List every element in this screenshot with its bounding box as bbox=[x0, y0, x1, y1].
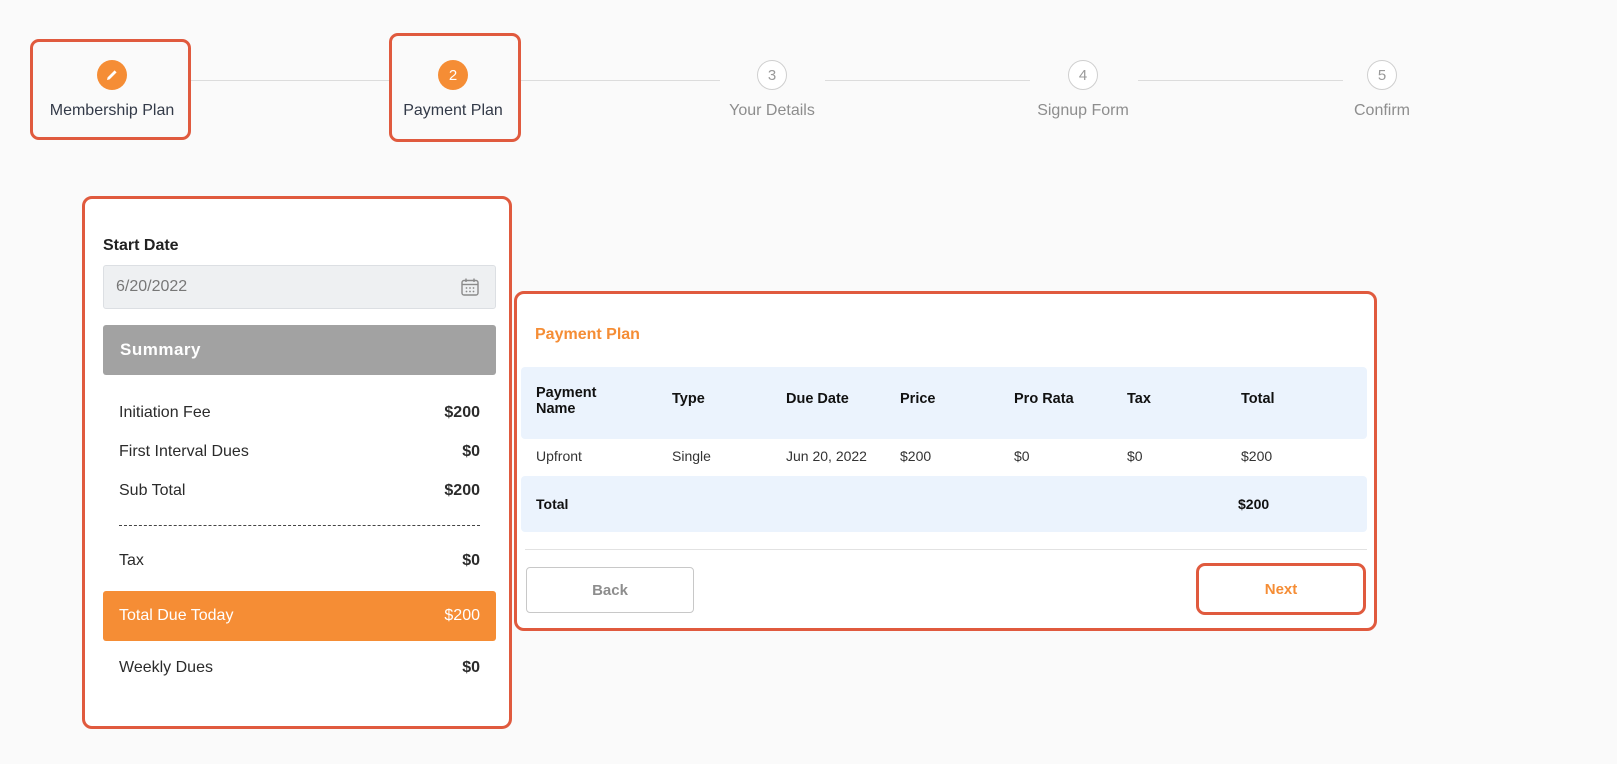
table-row: Upfront Single Jun 20, 2022 $200 $0 $0 $… bbox=[521, 442, 1367, 474]
table-cell: Jun 20, 2022 bbox=[786, 448, 867, 464]
summary-row-label: Tax bbox=[119, 552, 144, 569]
step-signup-form[interactable]: 4 Signup Form bbox=[983, 60, 1183, 120]
table-total-row: Total $200 bbox=[521, 476, 1367, 532]
table-cell: $200 bbox=[900, 448, 932, 464]
next-button[interactable]: Next bbox=[1196, 563, 1366, 615]
table-cell: $0 bbox=[1014, 448, 1030, 464]
summary-row-value: $200 bbox=[444, 404, 480, 421]
column-header: Due Date bbox=[786, 391, 849, 407]
summary-row-label: Initiation Fee bbox=[119, 404, 211, 421]
calendar-icon[interactable] bbox=[460, 277, 480, 297]
start-date-input[interactable] bbox=[103, 265, 496, 309]
column-header: Payment Name bbox=[536, 385, 597, 417]
total-due-label: Total Due Today bbox=[119, 607, 234, 624]
table-cell: Upfront bbox=[536, 448, 582, 464]
payment-plan-panel: Payment Plan Payment Name Type Due Date … bbox=[514, 291, 1377, 631]
step-4-circle: 4 bbox=[1068, 60, 1098, 90]
step-your-details[interactable]: 3 Your Details bbox=[672, 60, 872, 120]
step-label: Your Details bbox=[729, 102, 815, 119]
summary-row-label: Sub Total bbox=[119, 482, 186, 499]
column-header: Type bbox=[672, 391, 705, 407]
step-5-circle: 5 bbox=[1367, 60, 1397, 90]
summary-panel: Start Date Summary Initiation Fee $200 F… bbox=[82, 196, 512, 729]
back-button[interactable]: Back bbox=[526, 567, 694, 613]
summary-row-value: $200 bbox=[444, 482, 480, 499]
step-3-circle: 3 bbox=[757, 60, 787, 90]
table-cell: Single bbox=[672, 448, 711, 464]
step-confirm[interactable]: 5 Confirm bbox=[1282, 60, 1482, 120]
summary-row-tax: Tax $0 bbox=[119, 552, 480, 570]
total-label: Total bbox=[536, 496, 569, 512]
start-date-label: Start Date bbox=[103, 237, 179, 254]
summary-row-label: First Interval Dues bbox=[119, 443, 249, 460]
step-2-highlight bbox=[389, 33, 521, 142]
column-header: Total bbox=[1241, 391, 1275, 407]
total-due-value: $200 bbox=[444, 607, 480, 624]
step-1-highlight bbox=[30, 39, 191, 140]
step-label: Signup Form bbox=[1037, 102, 1129, 119]
table-cell: $200 bbox=[1241, 448, 1273, 464]
column-header: Pro Rata bbox=[1014, 391, 1074, 407]
summary-row-value: $0 bbox=[462, 659, 480, 676]
summary-row-weekly-dues: Weekly Dues $0 bbox=[119, 659, 480, 677]
panel-divider bbox=[525, 549, 1367, 550]
summary-row-label: Weekly Dues bbox=[119, 659, 213, 676]
column-header: Price bbox=[900, 391, 936, 407]
total-due-today: Total Due Today $200 bbox=[103, 591, 496, 641]
payment-plan-title: Payment Plan bbox=[535, 326, 640, 343]
payment-table-header: Payment Name Type Due Date Price Pro Rat… bbox=[521, 367, 1367, 439]
summary-row-value: $0 bbox=[462, 552, 480, 569]
summary-row-first-interval-dues: First Interval Dues $0 bbox=[119, 443, 480, 461]
summary-divider bbox=[119, 525, 480, 526]
table-cell: $0 bbox=[1127, 448, 1143, 464]
step-label: Confirm bbox=[1353, 102, 1410, 119]
total-value: $200 bbox=[1238, 496, 1270, 512]
summary-row-initiation-fee: Initiation Fee $200 bbox=[119, 404, 480, 422]
progress-stepper: Membership Plan 2 Payment Plan 3 Your De… bbox=[0, 0, 1617, 150]
summary-row-value: $0 bbox=[462, 443, 480, 460]
summary-row-sub-total: Sub Total $200 bbox=[119, 482, 480, 500]
column-header: Tax bbox=[1127, 391, 1151, 407]
summary-header: Summary bbox=[103, 325, 496, 375]
